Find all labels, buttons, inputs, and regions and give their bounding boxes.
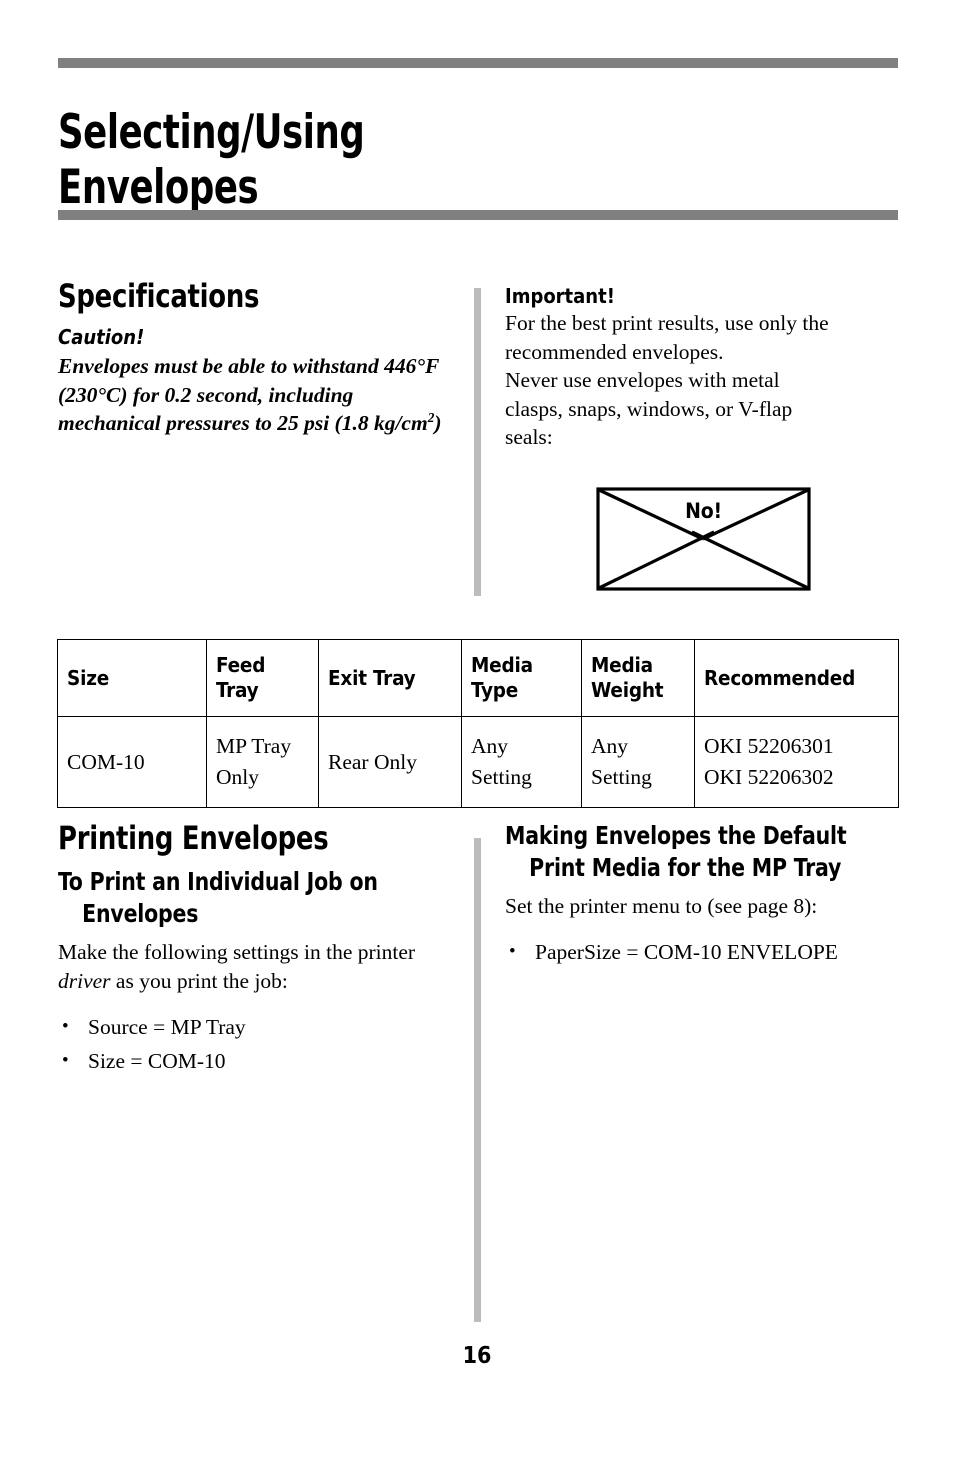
- caution-line-4-post: ): [434, 411, 442, 435]
- intro-emphasis: driver: [58, 969, 111, 993]
- specifications-heading: Specifications: [58, 277, 260, 315]
- table-header-exit-tray: Exit Tray: [318, 639, 462, 717]
- envelope-no-label: No!: [685, 499, 722, 523]
- table-row: COM-10 MP Tray Only Rear Only Any Settin…: [57, 716, 899, 808]
- printing-envelopes-subheading: To Print an Individual Job on Envelopes: [58, 867, 378, 928]
- default-media-bullet-list: PaperSize = COM-10 ENVELOPE: [505, 935, 900, 969]
- intro-post: as you print the job:: [110, 969, 288, 993]
- printing-envelopes-heading: Printing Envelopes: [58, 819, 329, 857]
- important-line-2: recommended envelopes.: [505, 339, 724, 364]
- header-rule-top: [58, 58, 898, 68]
- cell-media-weight-line-1: Any: [591, 734, 629, 758]
- page-number: 16: [462, 1343, 492, 1369]
- list-item: PaperSize = COM-10 ENVELOPE: [505, 935, 900, 969]
- cell-media-weight: Any Setting: [581, 716, 695, 808]
- printing-envelopes-bullet-list: Source = MP Tray Size = COM-10: [58, 1010, 458, 1078]
- envelope-specification-table: Size Feed Tray Exit Tray Media Type Medi…: [57, 639, 899, 808]
- cell-recommended-line-2: OKI 52206302: [704, 765, 834, 789]
- cell-feed-tray: MP Tray Only: [206, 716, 319, 808]
- cell-media-type: Any Setting: [461, 716, 582, 808]
- column-divider-top: [474, 288, 481, 596]
- important-label: Important!: [505, 284, 615, 308]
- printing-envelopes-section: Printing Envelopes To Print an Individua…: [58, 820, 458, 1078]
- cell-recommended-line-1: OKI 52206301: [704, 734, 834, 758]
- table-header-recommended: Recommended: [694, 639, 899, 717]
- default-media-intro: Set the printer menu to (see page 8):: [505, 894, 818, 918]
- cell-media-weight-line-2: Setting: [591, 765, 652, 789]
- page-title: Selecting/Using Envelopes: [58, 105, 365, 216]
- printing-envelopes-intro: Make the following settings in the print…: [58, 938, 458, 996]
- cell-feed-tray-line-1: MP Tray: [216, 734, 292, 758]
- caution-body: Envelopes must be able to withstand 446°…: [58, 352, 450, 438]
- intro-pre: Make the following settings in the print…: [58, 940, 416, 964]
- cell-feed-tray-line-2: Only: [216, 765, 259, 789]
- table-header-row: Size Feed Tray Exit Tray Media Type Medi…: [57, 639, 899, 717]
- specifications-section: Specifications Caution! Envelopes must b…: [58, 278, 450, 438]
- table-header-media-weight: Media Weight: [581, 639, 695, 717]
- table-header-size: Size: [57, 639, 207, 717]
- default-media-section: Making Envelopes the Default Print Media…: [505, 820, 900, 969]
- important-line-3: Never use envelopes with metal: [505, 368, 780, 392]
- cell-media-type-line-2: Setting: [471, 765, 532, 789]
- list-item: Source = MP Tray: [58, 1010, 458, 1044]
- caution-line-4: psi (1.8 kg/cm2): [304, 411, 441, 435]
- important-section: Important! For the best print results, u…: [505, 283, 895, 452]
- list-item: Size = COM-10: [58, 1044, 458, 1078]
- caution-label: Caution!: [58, 325, 145, 349]
- cell-size: COM-10: [57, 716, 207, 808]
- caution-line-1: Envelopes must be able to withstand: [58, 354, 379, 378]
- important-line-5: seals:: [505, 425, 553, 449]
- important-line-4: clasps, snaps, windows, or V-flap: [505, 396, 793, 421]
- default-media-heading: Making Envelopes the Default Print Media…: [505, 821, 847, 882]
- cell-media-type-line-1: Any: [471, 734, 509, 758]
- document-page: Selecting/Using Envelopes Specifications…: [0, 0, 954, 1475]
- column-divider-bottom: [474, 838, 481, 1322]
- cell-recommended: OKI 52206301 OKI 52206302: [694, 716, 899, 808]
- important-line-1: For the best print results, use only the: [505, 311, 829, 335]
- envelope-figure: No!: [596, 487, 811, 591]
- table-header-media-type: Media Type: [461, 639, 582, 717]
- table-header-feed-tray: Feed Tray: [206, 639, 319, 717]
- header-rule-bottom: [58, 210, 898, 220]
- caution-block: Caution! Envelopes must be able to withs…: [58, 324, 450, 438]
- caution-line-4-pre: psi (1.8 kg/cm: [304, 411, 428, 435]
- cell-exit-tray: Rear Only: [318, 716, 462, 808]
